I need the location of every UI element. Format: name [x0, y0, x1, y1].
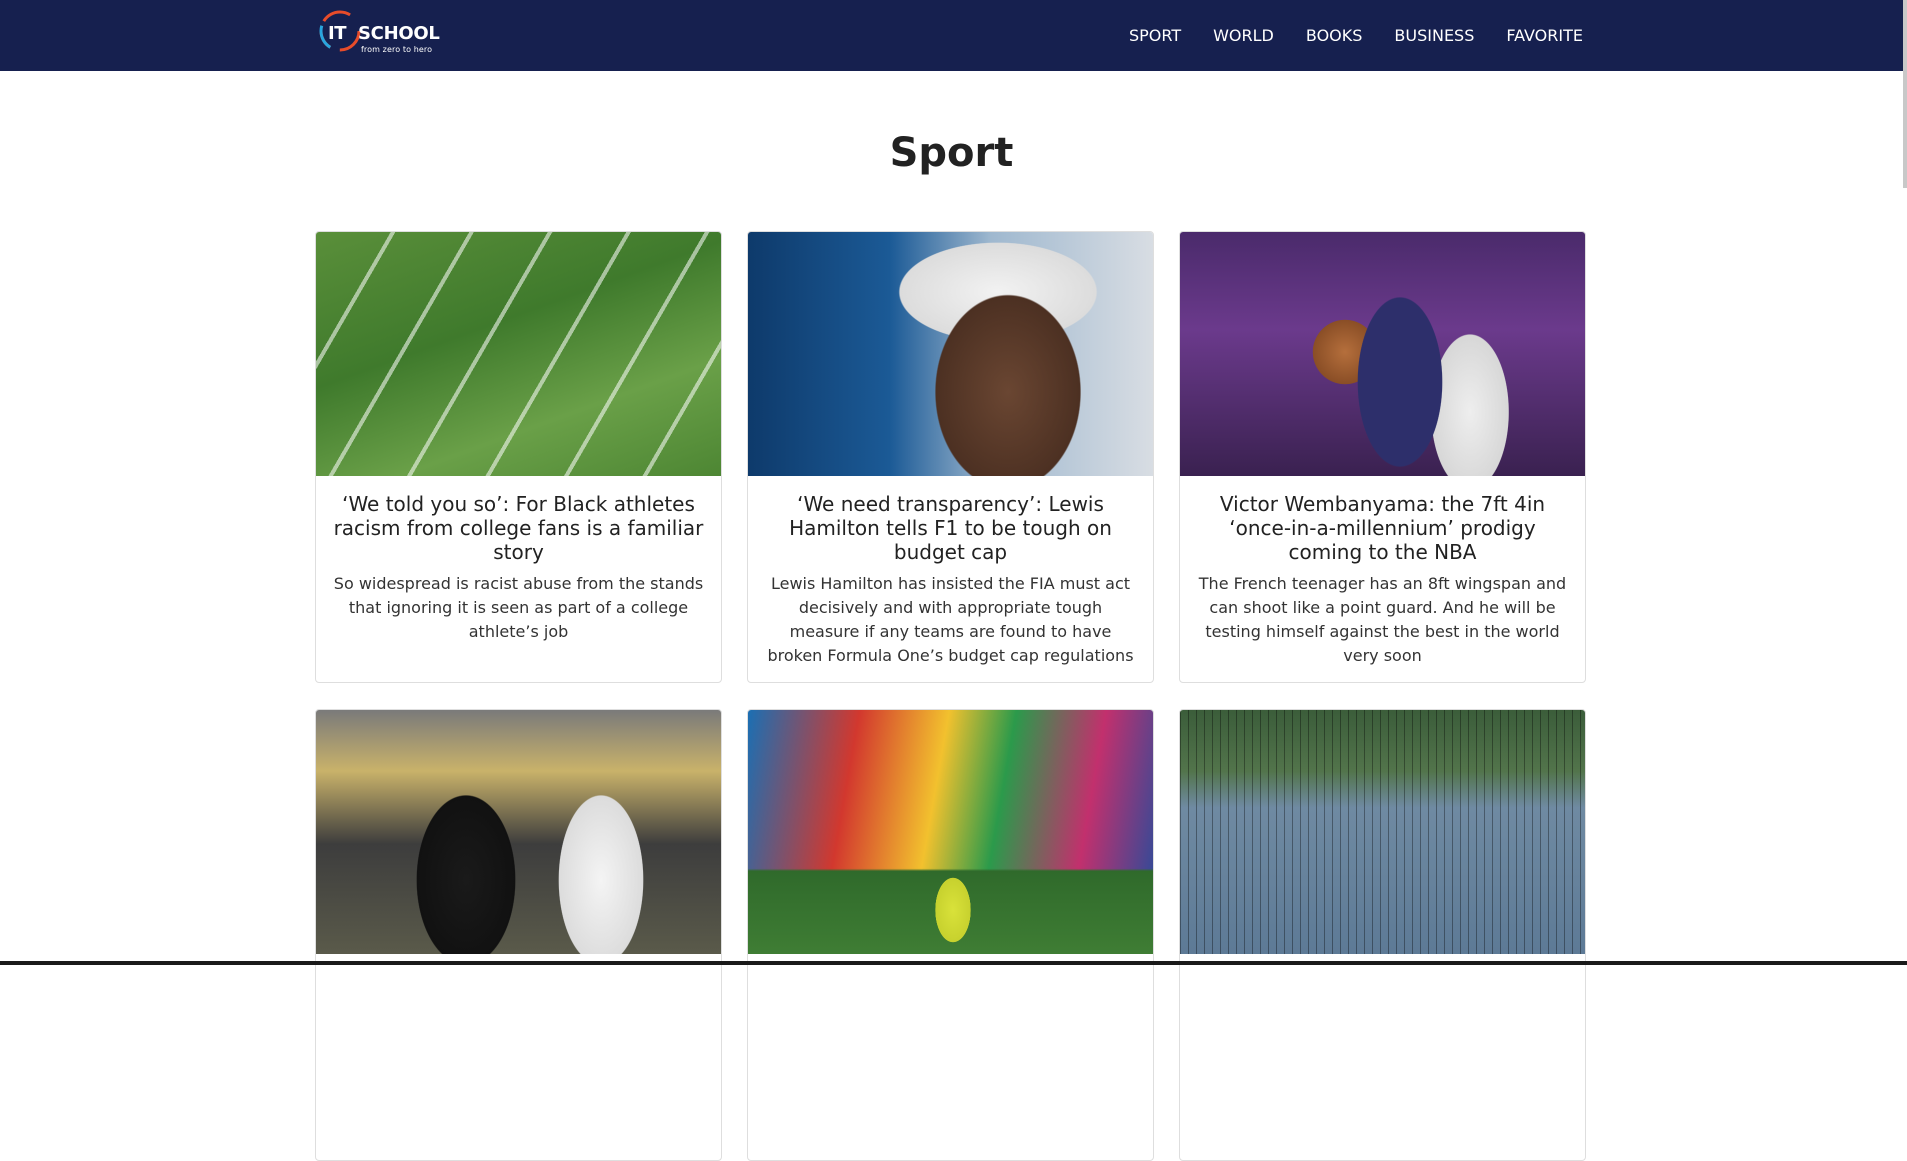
bottom-edge — [0, 961, 1907, 965]
logo-it-text: IT — [328, 23, 346, 44]
article-card[interactable] — [315, 709, 722, 1161]
articles-grid: ‘We told you so’: For Black athletes rac… — [315, 231, 1588, 1161]
article-card[interactable]: ‘We told you so’: For Black athletes rac… — [315, 231, 722, 683]
article-image[interactable] — [316, 232, 721, 476]
article-image[interactable] — [316, 710, 721, 954]
article-image[interactable] — [748, 232, 1153, 476]
nav-item-favorite[interactable]: FAVORITE — [1490, 0, 1583, 71]
article-image[interactable] — [1180, 232, 1585, 476]
article-card[interactable]: Victor Wembanyama: the 7ft 4in ‘once-in-… — [1179, 231, 1586, 683]
nav-item-books[interactable]: BOOKS — [1290, 0, 1379, 71]
logo-tagline: from zero to hero — [361, 45, 433, 54]
article-image[interactable] — [748, 710, 1153, 954]
page-title: Sport — [889, 130, 1014, 176]
article-card[interactable] — [1179, 709, 1586, 1161]
nav-item-business[interactable]: BUSINESS — [1378, 0, 1490, 71]
article-title[interactable]: Victor Wembanyama: the 7ft 4in ‘once-in-… — [1194, 492, 1571, 564]
article-title[interactable]: ‘We need transparency’: Lewis Hamilton t… — [762, 492, 1139, 564]
vertical-scrollbar[interactable] — [1903, 0, 1907, 188]
article-summary: So widespread is racist abuse from the s… — [333, 574, 704, 641]
main-nav: SPORT WORLD BOOKS BUSINESS FAVORITE — [1113, 0, 1583, 71]
article-image[interactable] — [1180, 710, 1585, 954]
article-summary: Lewis Hamilton has insisted the FIA must… — [767, 574, 1134, 665]
nav-item-sport[interactable]: SPORT — [1113, 0, 1197, 71]
logo-school-text: SCHOOL — [358, 23, 440, 44]
article-card[interactable] — [747, 709, 1154, 1161]
site-logo[interactable]: IT SCHOOL from zero to hero — [318, 9, 448, 57]
top-navbar: IT SCHOOL from zero to hero SPORT WORLD … — [0, 0, 1907, 71]
article-title[interactable]: ‘We told you so’: For Black athletes rac… — [330, 492, 707, 564]
nav-item-world[interactable]: WORLD — [1197, 0, 1290, 71]
article-card[interactable]: ‘We need transparency’: Lewis Hamilton t… — [747, 231, 1154, 683]
article-summary: The French teenager has an 8ft wingspan … — [1198, 574, 1567, 665]
